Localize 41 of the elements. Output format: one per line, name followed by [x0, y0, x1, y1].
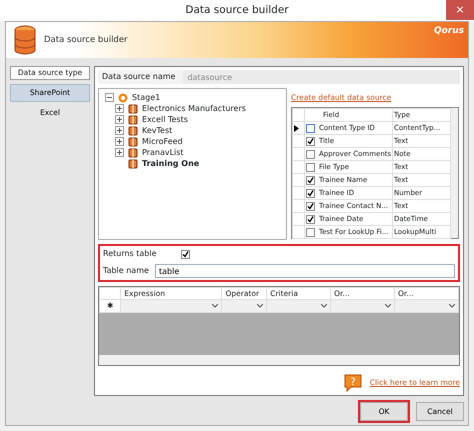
- checkbox[interactable]: [306, 162, 315, 172]
- caret-icon: [212, 304, 218, 308]
- field-label: Returns table: [103, 248, 157, 260]
- collapse-toggle[interactable]: [105, 93, 114, 102]
- tree-node[interactable]: PranavList: [142, 147, 184, 158]
- field-label: Data source name: [102, 71, 176, 83]
- tree-node[interactable]: Excell Tests: [142, 114, 188, 125]
- expand-toggle[interactable]: [115, 104, 124, 113]
- scrollbar[interactable]: [451, 108, 458, 238]
- tree-node[interactable]: Electronics Manufacturers: [142, 103, 246, 114]
- tree-node[interactable]: MicroFeed: [142, 136, 183, 147]
- table-name-field[interactable]: table: [155, 264, 455, 278]
- expand-toggle[interactable]: [115, 126, 124, 135]
- caret-icon: [321, 304, 328, 308]
- scrollbar[interactable]: [99, 355, 459, 365]
- current-row-icon: [294, 124, 299, 132]
- expand-toggle[interactable]: [115, 137, 124, 146]
- field-label: Table name: [103, 265, 147, 277]
- checkbox[interactable]: [306, 136, 315, 146]
- checkbox[interactable]: [306, 188, 315, 198]
- expand-toggle[interactable]: [115, 115, 124, 124]
- caret-icon: [257, 304, 264, 308]
- header-title: Data source builder: [44, 34, 128, 46]
- expand-toggle[interactable]: [115, 148, 124, 157]
- tree-node[interactable]: KevTest: [142, 125, 172, 136]
- checkbox[interactable]: [306, 202, 315, 211]
- checkbox[interactable]: [306, 214, 315, 224]
- checkbox[interactable]: [306, 150, 315, 159]
- checkbox[interactable]: [306, 124, 315, 133]
- caret-icon: [385, 304, 392, 308]
- checkbox[interactable]: [180, 250, 190, 258]
- database-icon: [14, 25, 36, 55]
- window-title: Data source builder: [185, 2, 289, 18]
- checkbox[interactable]: [306, 228, 315, 237]
- logo: Qorus: [434, 25, 464, 38]
- caret-icon: [449, 304, 455, 308]
- checkbox[interactable]: [306, 176, 315, 185]
- close-button[interactable]: ×: [446, 0, 474, 20]
- tree-node[interactable]: Training One: [142, 158, 200, 169]
- site-icon: [118, 92, 128, 102]
- tree-node[interactable]: Stage1: [132, 92, 160, 103]
